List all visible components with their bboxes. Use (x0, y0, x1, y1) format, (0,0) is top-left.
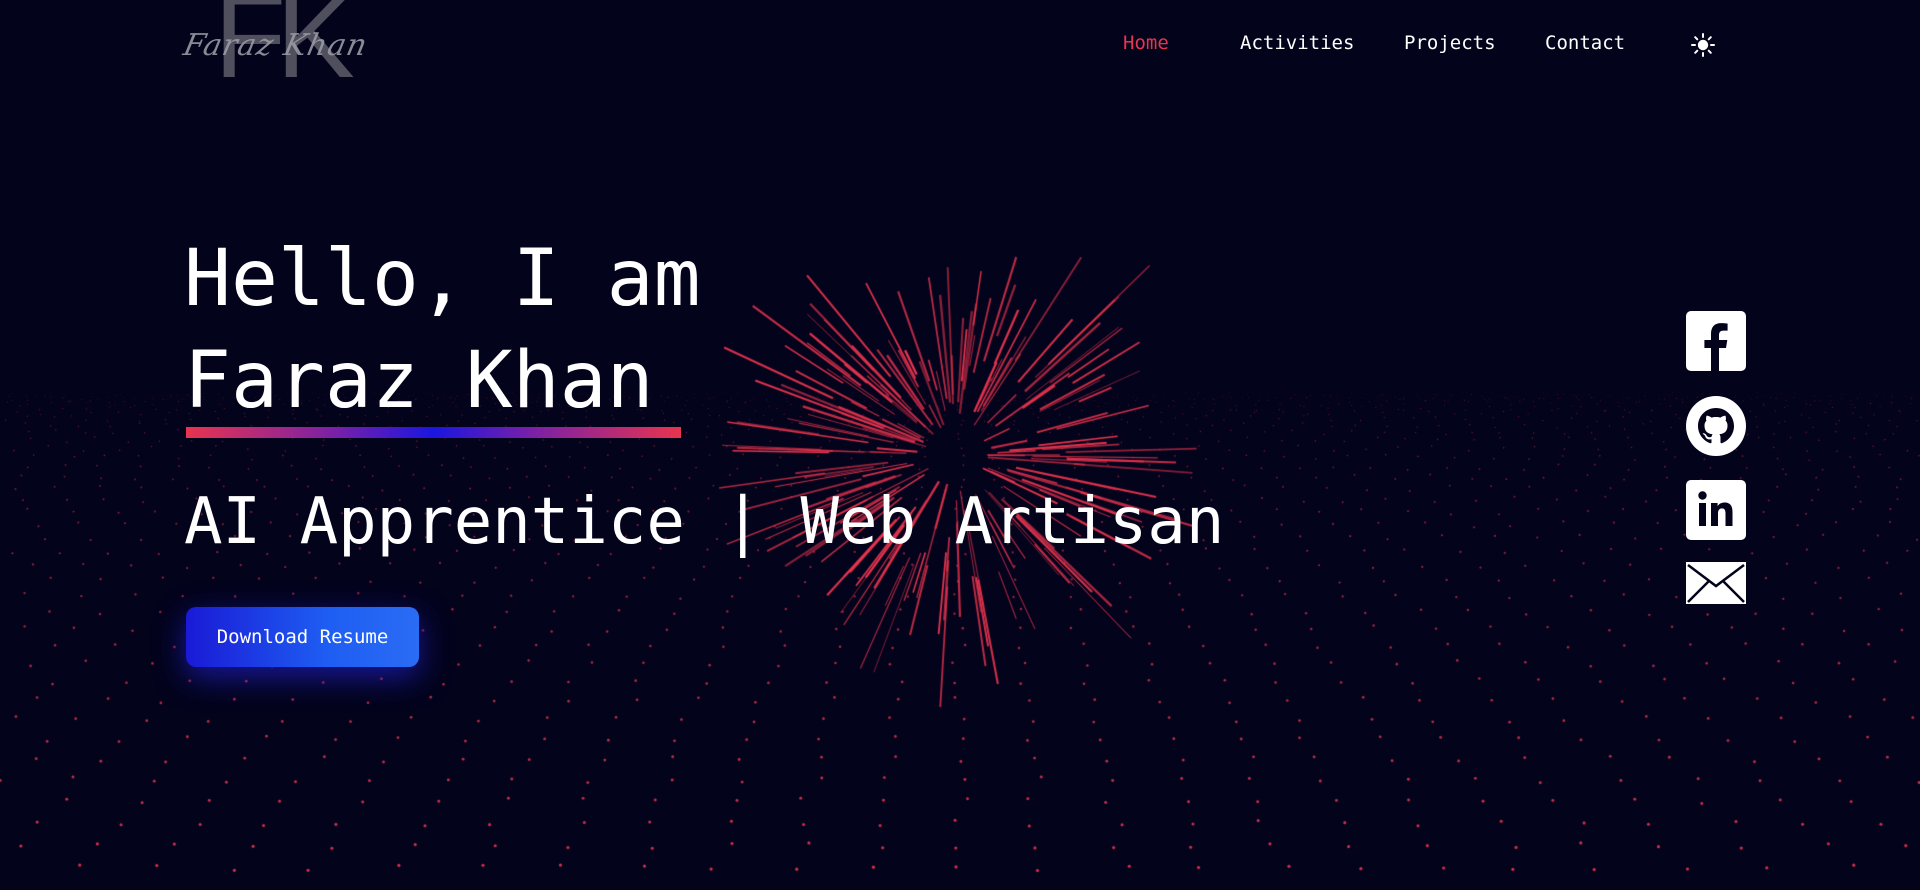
download-resume-button[interactable]: Download Resume (186, 607, 419, 667)
main-nav: Home Activities Projects Contact (0, 32, 1920, 62)
hero-roles: AI Apprentice | Web Artisan (184, 485, 1225, 559)
linkedin-icon (1686, 480, 1746, 540)
hero-greeting: Hello, I am (184, 234, 701, 324)
name-underline (186, 427, 681, 438)
facebook-link[interactable] (1686, 311, 1746, 371)
github-icon (1686, 396, 1746, 456)
sun-icon (1691, 33, 1715, 57)
theme-toggle-button[interactable] (1690, 32, 1716, 58)
mail-icon (1686, 562, 1746, 604)
hero-name: Faraz Khan (184, 336, 654, 426)
nav-item-contact[interactable]: Contact (1545, 32, 1625, 54)
particle-background (0, 0, 1920, 890)
email-link[interactable] (1686, 562, 1746, 604)
github-link[interactable] (1686, 396, 1746, 456)
nav-item-activities[interactable]: Activities (1240, 32, 1354, 54)
nav-item-projects[interactable]: Projects (1404, 32, 1496, 54)
linkedin-link[interactable] (1686, 480, 1746, 540)
page-background: FK Faraz Khan Home Activities Projects C… (0, 0, 1920, 890)
facebook-icon (1686, 311, 1746, 371)
nav-item-home[interactable]: Home (1123, 32, 1169, 54)
